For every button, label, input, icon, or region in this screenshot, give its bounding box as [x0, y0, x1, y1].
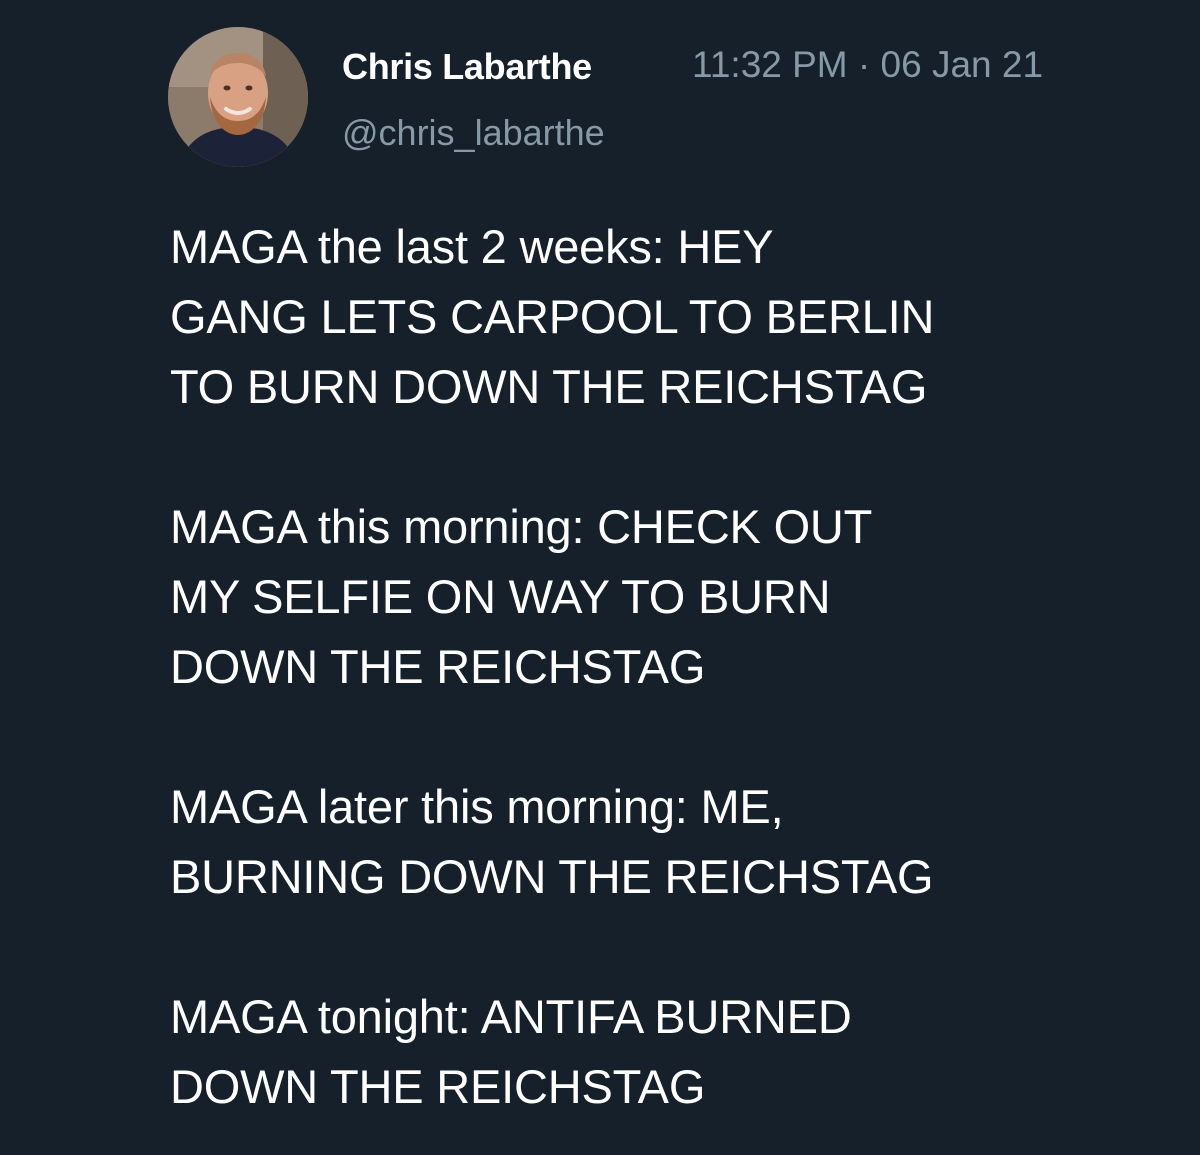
tweet-paragraph: MAGA this morning: CHECK OUT MY SELFIE O…	[170, 492, 1070, 702]
tweet-line: MAGA later this morning: ME,	[170, 780, 784, 833]
tweet-line: BURNING DOWN THE REICHSTAG	[170, 850, 934, 903]
user-handle[interactable]: @chris_labarthe	[342, 112, 605, 154]
tweet-paragraph: MAGA tonight: ANTIFA BURNED DOWN THE REI…	[170, 982, 1070, 1122]
tweet-line: DOWN THE REICHSTAG	[170, 640, 706, 693]
tweet-card: Chris Labarthe 11:32 PM · 06 Jan 21 @chr…	[0, 0, 1200, 1155]
tweet-line: MAGA tonight: ANTIFA BURNED	[170, 990, 852, 1043]
tweet-line: MY SELFIE ON WAY TO BURN	[170, 570, 831, 623]
tweet-line: DOWN THE REICHSTAG	[170, 1060, 706, 1113]
tweet-paragraph: MAGA later this morning: ME, BURNING DOW…	[170, 772, 1070, 912]
tweet-line: MAGA this morning: CHECK OUT	[170, 500, 873, 553]
tweet-timestamp[interactable]: 11:32 PM · 06 Jan 21	[692, 44, 1043, 86]
tweet-line: GANG LETS CARPOOL TO BERLIN	[170, 290, 935, 343]
avatar[interactable]	[168, 27, 308, 167]
display-name[interactable]: Chris Labarthe	[342, 46, 592, 88]
tweet-paragraph: MAGA the last 2 weeks: HEY GANG LETS CAR…	[170, 212, 1070, 422]
profile-photo-icon	[168, 27, 308, 167]
tweet-text: MAGA the last 2 weeks: HEY GANG LETS CAR…	[170, 212, 1070, 1122]
tweet-line: TO BURN DOWN THE REICHSTAG	[170, 360, 928, 413]
tweet-line: MAGA the last 2 weeks: HEY	[170, 220, 774, 273]
